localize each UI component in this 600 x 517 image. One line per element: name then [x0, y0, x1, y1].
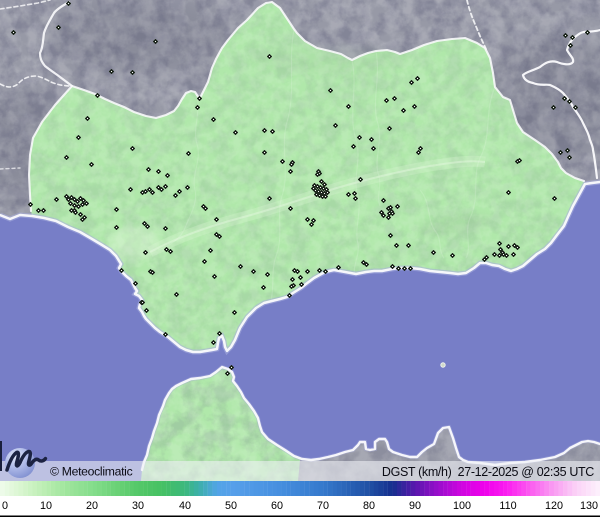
svg-text:60: 60 — [271, 500, 283, 512]
svg-text:90: 90 — [409, 500, 421, 512]
svg-text:110: 110 — [499, 500, 516, 512]
svg-text:30: 30 — [132, 500, 144, 512]
svg-text:DGST (km/h) 27-12-2025 @ 02:3: DGST (km/h) 27-12-2025 @ 02:35 UTC — [382, 465, 594, 479]
svg-text:40: 40 — [179, 500, 191, 512]
svg-text:10: 10 — [40, 500, 52, 512]
svg-text:20: 20 — [86, 500, 98, 512]
svg-text:120: 120 — [545, 500, 563, 512]
svg-text:130: 130 — [580, 500, 598, 512]
svg-text:0: 0 — [2, 500, 8, 512]
svg-text:50: 50 — [225, 500, 237, 512]
svg-text:80: 80 — [363, 500, 375, 512]
svg-text:70: 70 — [317, 500, 329, 512]
svg-text:© Meteoclimatic: © Meteoclimatic — [50, 465, 133, 479]
svg-text:100: 100 — [453, 500, 471, 512]
